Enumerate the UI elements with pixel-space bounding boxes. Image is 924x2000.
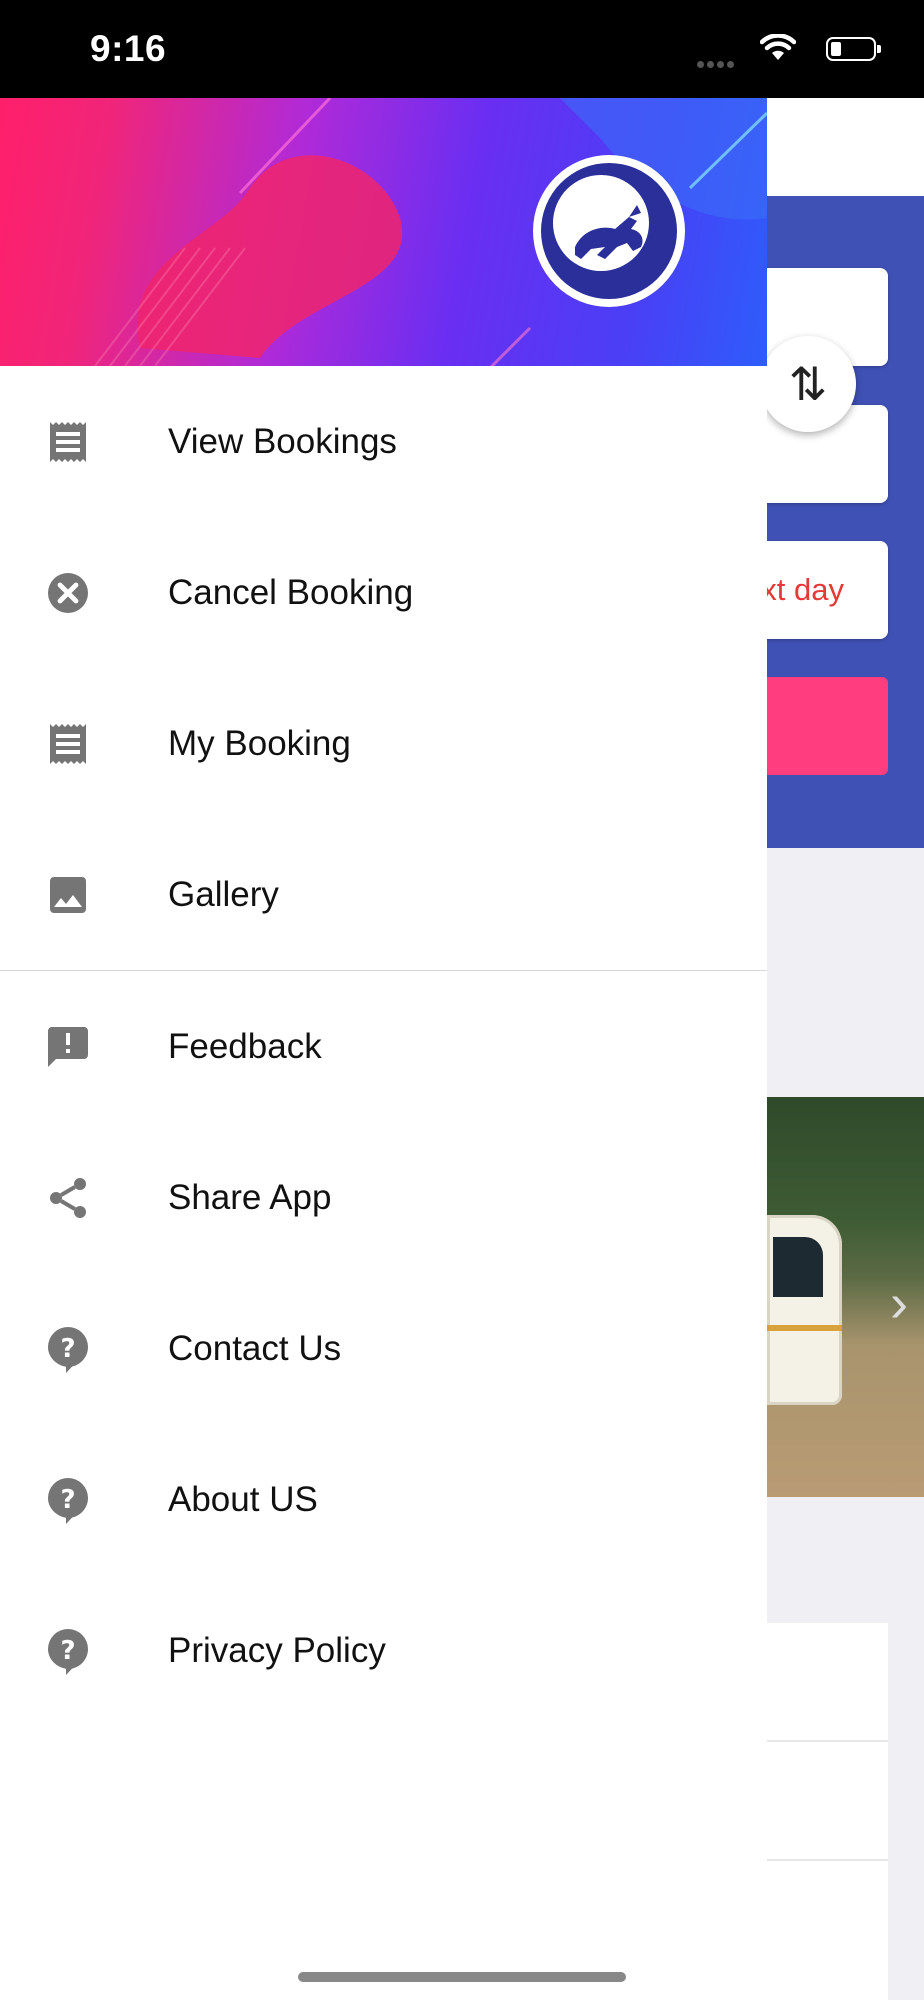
help-icon: ? bbox=[48, 1477, 88, 1524]
menu-item-label: My Booking bbox=[168, 723, 351, 763]
navigation-drawer: View Bookings Cancel Booking My Booking … bbox=[0, 98, 767, 2000]
drawer-menu: View Bookings Cancel Booking My Booking … bbox=[0, 366, 767, 1726]
bus-image-carousel[interactable]: › bbox=[767, 1097, 924, 1497]
menu-item-gallery[interactable]: Gallery bbox=[0, 819, 767, 970]
menu-item-label: About US bbox=[168, 1479, 318, 1519]
menu-item-label: Feedback bbox=[168, 1026, 322, 1066]
svg-text:?: ? bbox=[60, 1334, 75, 1364]
image-icon bbox=[50, 876, 86, 913]
status-time: 9:16 bbox=[90, 28, 167, 69]
menu-item-about-us[interactable]: ? About US bbox=[0, 1424, 767, 1575]
cellular-signal-icon bbox=[694, 55, 734, 73]
prtc-logo bbox=[533, 155, 685, 307]
help-icon: ? bbox=[48, 1326, 88, 1373]
battery-icon bbox=[826, 37, 881, 61]
swap-stations-button[interactable]: ⇅ bbox=[760, 336, 856, 432]
home-indicator[interactable] bbox=[298, 1972, 626, 1982]
menu-item-my-booking[interactable]: My Booking bbox=[0, 668, 767, 819]
feedback-icon bbox=[48, 1026, 88, 1067]
menu-item-view-bookings[interactable]: View Bookings bbox=[0, 366, 767, 517]
menu-item-feedback[interactable]: Feedback bbox=[0, 971, 767, 1122]
menu-item-label: Privacy Policy bbox=[168, 1630, 386, 1670]
receipt-icon bbox=[50, 723, 86, 764]
menu-item-label: View Bookings bbox=[168, 421, 397, 461]
status-bar: 9:16 bbox=[0, 0, 924, 98]
drawer-header bbox=[0, 98, 767, 366]
bus-image bbox=[767, 1215, 842, 1405]
chevron-right-icon[interactable]: › bbox=[890, 1272, 908, 1334]
background-card bbox=[767, 1623, 888, 2000]
menu-item-cancel-booking[interactable]: Cancel Booking bbox=[0, 517, 767, 668]
menu-item-label: Cancel Booking bbox=[168, 572, 414, 612]
menu-item-contact-us[interactable]: ? Contact Us bbox=[0, 1273, 767, 1424]
menu-item-share-app[interactable]: Share App bbox=[0, 1122, 767, 1273]
swap-icon: ⇅ bbox=[788, 358, 828, 410]
menu-item-privacy-policy[interactable]: ? Privacy Policy bbox=[0, 1575, 767, 1726]
svg-text:?: ? bbox=[60, 1485, 75, 1515]
cancel-circle-icon bbox=[48, 572, 88, 613]
share-icon bbox=[50, 1177, 86, 1218]
menu-item-label: Gallery bbox=[168, 874, 279, 914]
menu-item-label: Contact Us bbox=[168, 1328, 342, 1368]
menu-item-label: Share App bbox=[168, 1177, 332, 1217]
background-toolbar bbox=[767, 98, 924, 196]
help-icon: ? bbox=[48, 1628, 88, 1675]
wifi-icon bbox=[759, 33, 797, 67]
svg-text:?: ? bbox=[60, 1636, 75, 1666]
receipt-icon bbox=[50, 421, 86, 462]
